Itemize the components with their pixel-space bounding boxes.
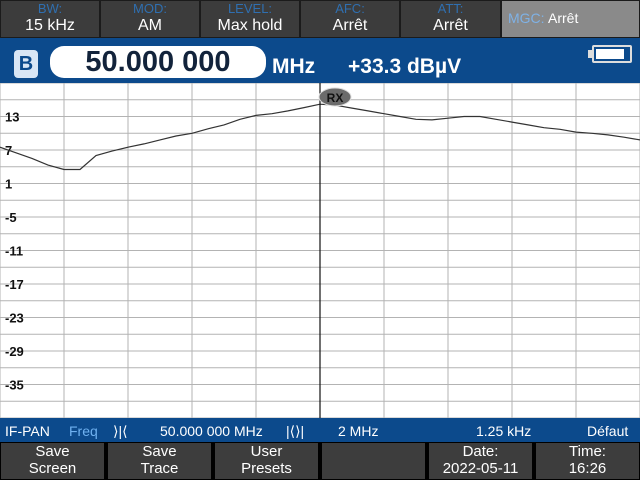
param-label: AFC: xyxy=(335,1,365,16)
save-screen-button[interactable]: Save Screen xyxy=(1,443,104,479)
frequency-bar: B 50.000 000 MHz +33.3 dBµV xyxy=(0,38,640,83)
param-value: Arrêt xyxy=(433,17,468,34)
param-label: ATT: xyxy=(437,1,464,16)
softkey-line2: 16:26 xyxy=(568,460,607,477)
param-level[interactable]: LEVEL: Max hold xyxy=(201,1,299,37)
param-value: AM xyxy=(138,17,162,34)
y-tick-label: -5 xyxy=(5,210,17,225)
time-softkey[interactable]: Time: 16:26 xyxy=(536,443,639,479)
empty-softkey[interactable] xyxy=(322,443,425,479)
mode-label: IF-PAN xyxy=(5,423,50,439)
param-value: 15 kHz xyxy=(25,17,75,34)
softkey-line1: Date: xyxy=(462,443,499,460)
param-mod[interactable]: MOD: AM xyxy=(101,1,199,37)
level-readout: +33.3 dBµV xyxy=(348,55,462,78)
y-tick-label: 13 xyxy=(5,110,19,125)
softkey-line1: User xyxy=(250,443,283,460)
parameter-bar: BW: 15 kHz MOD: AM LEVEL: Max hold AFC: … xyxy=(0,0,640,38)
center-freq-icon: ⟩|⟨ xyxy=(113,423,128,439)
mgc-label: MGC: xyxy=(508,10,545,26)
param-value: Arrêt xyxy=(332,17,368,34)
softkey-line1: Time: xyxy=(569,443,606,460)
softkey-bar: Save Screen Save Trace User Presets Date… xyxy=(0,442,640,480)
frequency-input[interactable]: 50.000 000 xyxy=(50,46,266,78)
center-frequency: 50.000 000 MHz xyxy=(160,423,263,439)
y-tick-label: -29 xyxy=(5,344,24,359)
mgc-value: Arrêt xyxy=(548,10,579,26)
if-pan-plot[interactable]: 13 7 1 -5 -11 -17 -23 -29 -35 RX xyxy=(0,83,640,418)
softkey-line2: Presets xyxy=(241,460,292,477)
frequency-unit: MHz xyxy=(272,55,316,78)
freq-label: Freq xyxy=(69,423,98,439)
y-tick-label: 1 xyxy=(5,177,12,192)
span-icon: |⟨⟩| xyxy=(286,423,305,439)
param-label: MOD: xyxy=(133,1,167,16)
save-trace-button[interactable]: Save Trace xyxy=(108,443,211,479)
softkey-line2: 2022-05-11 xyxy=(442,460,519,477)
param-bw[interactable]: BW: 15 kHz xyxy=(1,1,99,37)
param-att[interactable]: ATT: Arrêt xyxy=(401,1,500,37)
y-tick-label: -11 xyxy=(5,244,23,259)
rx-marker-label: RX xyxy=(327,91,344,105)
param-label: LEVEL: xyxy=(227,1,273,16)
softkey-line1: Save xyxy=(142,443,177,460)
spectrum-chart: 1371-5-11-17-23-29-35RX xyxy=(0,83,640,418)
softkey-line2: Screen xyxy=(28,460,77,477)
receiver-badge: B xyxy=(14,50,38,78)
param-value: Max hold xyxy=(217,17,283,34)
span-value: 2 MHz xyxy=(338,423,379,439)
resolution-value: 1.25 kHz xyxy=(476,423,532,439)
y-tick-label: -17 xyxy=(5,277,24,292)
battery-fill xyxy=(596,49,624,59)
param-label: BW: xyxy=(37,1,63,16)
param-afc[interactable]: AFC: Arrêt xyxy=(301,1,399,37)
user-presets-button[interactable]: User Presets xyxy=(215,443,318,479)
y-tick-label: -35 xyxy=(5,378,24,393)
softkey-line1: Save xyxy=(35,443,70,460)
param-mgc[interactable]: MGC: Arrêt xyxy=(502,1,639,37)
softkey-line2: Trace xyxy=(140,460,179,477)
date-softkey[interactable]: Date: 2022-05-11 xyxy=(429,443,532,479)
y-tick-label: -23 xyxy=(5,311,24,326)
preset-value: Défaut xyxy=(587,423,629,439)
battery-icon xyxy=(588,45,632,63)
battery-tip xyxy=(588,50,592,58)
if-pan-status-bar: IF-PAN Freq ⟩|⟨ 50.000 000 MHz |⟨⟩| 2 MH… xyxy=(0,418,640,442)
